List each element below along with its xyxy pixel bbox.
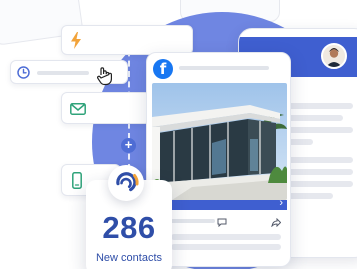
workflow-step-trigger[interactable]: [61, 25, 193, 55]
clock-icon: [17, 66, 30, 84]
contacts-label: New contacts: [95, 252, 163, 264]
brand-logo: [108, 165, 144, 201]
phone-icon: [72, 172, 82, 194]
share-icon[interactable]: [271, 217, 282, 230]
text-placeholder: [37, 71, 89, 75]
chevron-right-icon: ›: [279, 197, 283, 209]
brand-logo-icon: [116, 172, 139, 192]
text-placeholder: [179, 66, 269, 70]
avatar: [321, 43, 347, 69]
post-link-bar[interactable]: ›: [152, 197, 287, 210]
mail-icon: [70, 102, 86, 120]
text-placeholder: [171, 244, 281, 250]
workflow-step-email[interactable]: [61, 92, 151, 124]
hand-cursor-icon: [95, 66, 115, 86]
contacts-count: 286: [102, 210, 156, 245]
facebook-icon: f: [153, 59, 173, 79]
post-image: [152, 83, 287, 200]
add-step-button[interactable]: +: [121, 138, 136, 153]
text-placeholder: [171, 234, 281, 240]
comment-icon[interactable]: [217, 218, 227, 230]
lightning-icon: [70, 32, 82, 54]
